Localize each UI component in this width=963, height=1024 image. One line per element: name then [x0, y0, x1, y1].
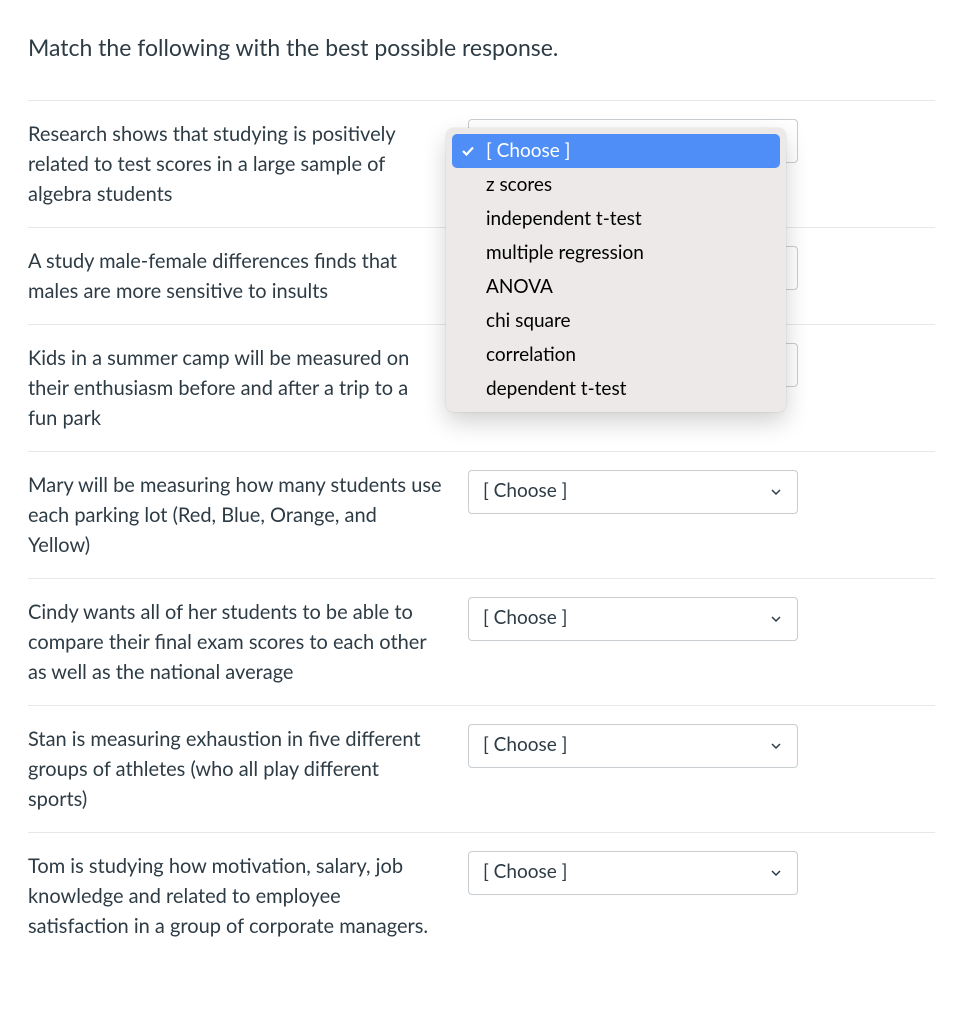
check-icon — [458, 382, 478, 396]
chevron-down-icon — [769, 612, 783, 626]
prompt-text: Stan is measuring exhaustion in five dif… — [28, 724, 448, 814]
dropdown-option[interactable]: chi square — [452, 304, 780, 338]
prompt-text: A study male-female differences finds th… — [28, 246, 448, 306]
dropdown-option[interactable]: [ Choose ] — [452, 134, 780, 168]
answer-select[interactable]: [ Choose ] — [468, 851, 798, 895]
dropdown-option[interactable]: multiple regression — [452, 236, 780, 270]
check-icon — [458, 348, 478, 362]
match-row: Mary will be measuring how many students… — [28, 451, 935, 578]
check-icon — [458, 246, 478, 260]
answer-select[interactable]: [ Choose ] — [468, 724, 798, 768]
answer-select[interactable]: [ Choose ] — [468, 470, 798, 514]
option-label: correlation — [486, 341, 576, 370]
check-icon — [458, 280, 478, 294]
prompt-text: Kids in a summer camp will be measured o… — [28, 343, 448, 433]
chevron-down-icon — [769, 485, 783, 499]
option-label: independent t-test — [486, 205, 642, 234]
answer-select[interactable]: [ Choose ] — [468, 597, 798, 641]
option-label: ANOVA — [486, 273, 553, 302]
question-stem: Match the following with the best possib… — [28, 30, 935, 65]
match-row: Tom is studying how motivation, salary, … — [28, 832, 935, 959]
dropdown-option[interactable]: z scores — [452, 168, 780, 202]
option-label: dependent t-test — [486, 375, 626, 404]
option-label: [ Choose ] — [486, 137, 570, 166]
check-icon — [458, 314, 478, 328]
option-label: z scores — [486, 171, 552, 200]
match-row: Stan is measuring exhaustion in five dif… — [28, 705, 935, 832]
dropdown-option[interactable]: dependent t-test — [452, 372, 780, 406]
dropdown-option[interactable]: ANOVA — [452, 270, 780, 304]
check-icon — [458, 178, 478, 192]
prompt-text: Research shows that studying is positive… — [28, 119, 448, 209]
select-value: [ Choose ] — [483, 731, 567, 760]
dropdown-menu[interactable]: [ Choose ] z scores independent t-test m… — [446, 128, 786, 412]
check-icon — [458, 144, 478, 158]
option-label: multiple regression — [486, 239, 644, 268]
prompt-text: Mary will be measuring how many students… — [28, 470, 448, 560]
match-row: Cindy wants all of her students to be ab… — [28, 578, 935, 705]
prompt-text: Cindy wants all of her students to be ab… — [28, 597, 448, 687]
chevron-down-icon — [769, 739, 783, 753]
check-icon — [458, 212, 478, 226]
dropdown-option[interactable]: independent t-test — [452, 202, 780, 236]
prompt-text: Tom is studying how motivation, salary, … — [28, 851, 448, 941]
option-label: chi square — [486, 307, 571, 336]
select-value: [ Choose ] — [483, 604, 567, 633]
dropdown-option[interactable]: correlation — [452, 338, 780, 372]
chevron-down-icon — [769, 866, 783, 880]
select-value: [ Choose ] — [483, 858, 567, 887]
select-value: [ Choose ] — [483, 477, 567, 506]
